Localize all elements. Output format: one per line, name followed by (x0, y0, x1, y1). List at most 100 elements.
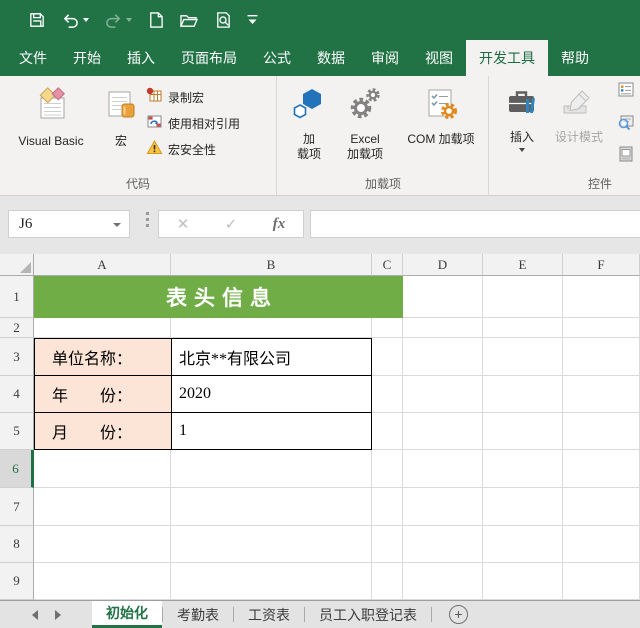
tab-file[interactable]: 文件 (6, 40, 60, 76)
name-box[interactable]: J6 (8, 210, 130, 238)
customize-qat-button[interactable] (243, 12, 262, 28)
sheet-tab-salary[interactable]: 工资表 (234, 601, 304, 628)
visual-basic-button[interactable]: Visual Basic (4, 80, 98, 170)
sheet-tab-onboarding[interactable]: 员工入职登记表 (305, 601, 431, 628)
cell-C4[interactable] (372, 376, 403, 413)
cell-A7[interactable] (34, 488, 171, 526)
row-header-2[interactable]: 2 (0, 318, 34, 338)
cell-A4-label[interactable]: 年 份： (35, 376, 172, 413)
cell-E8[interactable] (483, 526, 563, 563)
record-macro-button[interactable]: 录制宏 (146, 84, 240, 110)
cell-D7[interactable] (403, 488, 483, 526)
row-header-1[interactable]: 1 (0, 276, 34, 318)
name-box-dropdown-caret[interactable] (113, 223, 121, 227)
use-relative-references-button[interactable]: 使用相对引用 (146, 110, 240, 136)
cell-D5[interactable] (403, 413, 483, 450)
column-header-F[interactable]: F (563, 254, 640, 276)
tab-help[interactable]: 帮助 (548, 40, 602, 76)
cell-B5-value[interactable]: 1 (172, 413, 371, 449)
cell-F6[interactable] (563, 450, 640, 488)
insert-dropdown-caret[interactable] (519, 148, 525, 152)
row-header-8[interactable]: 8 (0, 526, 34, 563)
cell-C5[interactable] (372, 413, 403, 450)
tab-view[interactable]: 视图 (412, 40, 466, 76)
com-addins-button[interactable]: COM 加载项 (396, 80, 486, 170)
cell-E5[interactable] (483, 413, 563, 450)
save-button[interactable] (24, 9, 50, 31)
cell-B7[interactable] (171, 488, 372, 526)
cell-A2[interactable] (34, 318, 171, 338)
new-sheet-button[interactable]: + (449, 605, 468, 624)
tab-formulas[interactable]: 公式 (250, 40, 304, 76)
column-header-D[interactable]: D (403, 254, 483, 276)
row-header-4[interactable]: 4 (0, 376, 34, 413)
cell-C7[interactable] (372, 488, 403, 526)
column-header-C[interactable]: C (372, 254, 403, 276)
column-header-A[interactable]: A (34, 254, 171, 276)
previous-sheet-icon[interactable] (32, 609, 38, 620)
row-header-9[interactable]: 9 (0, 563, 34, 600)
sheet-tab-init[interactable]: 初始化 (92, 601, 162, 628)
run-dialog-button[interactable] (617, 145, 639, 166)
row-header-7[interactable]: 7 (0, 488, 34, 526)
merged-title-cell-a1[interactable]: 表头信息 (34, 276, 403, 318)
row-header-5[interactable]: 5 (0, 413, 34, 450)
insert-function-button[interactable]: fx (273, 216, 286, 233)
cell-D6[interactable] (403, 450, 483, 488)
open-button[interactable] (175, 10, 203, 31)
excel-addins-button[interactable]: Excel 加载项 (336, 80, 394, 170)
cell-F2[interactable] (563, 318, 640, 338)
cell-A5-label[interactable]: 月 份： (35, 413, 172, 449)
cell-B9[interactable] (171, 563, 372, 600)
column-header-E[interactable]: E (483, 254, 563, 276)
addins-button[interactable]: 加载项 (286, 80, 332, 170)
cell-D1[interactable] (403, 276, 483, 318)
cell-D9[interactable] (403, 563, 483, 600)
cell-D8[interactable] (403, 526, 483, 563)
macros-button[interactable]: 宏 (100, 80, 142, 170)
cell-A6[interactable] (34, 450, 171, 488)
cell-C6[interactable] (372, 450, 403, 488)
cell-F9[interactable] (563, 563, 640, 600)
undo-button[interactable] (57, 10, 93, 31)
view-code-button[interactable] (617, 113, 639, 134)
row-header-3[interactable]: 3 (0, 338, 34, 376)
cell-E2[interactable] (483, 318, 563, 338)
cell-F4[interactable] (563, 376, 640, 413)
cell-F5[interactable] (563, 413, 640, 450)
cell-E6[interactable] (483, 450, 563, 488)
cell-F1[interactable] (563, 276, 640, 318)
cell-C9[interactable] (372, 563, 403, 600)
cell-C8[interactable] (372, 526, 403, 563)
cell-B3-value[interactable]: 北京**有限公司 (172, 339, 371, 376)
cell-B4-value[interactable]: 2020 (172, 376, 371, 413)
cell-C3[interactable] (372, 338, 403, 376)
print-preview-button[interactable] (210, 9, 236, 31)
cell-E9[interactable] (483, 563, 563, 600)
cell-B2[interactable] (171, 318, 372, 338)
cell-E1[interactable] (483, 276, 563, 318)
sheet-tab-attendance[interactable]: 考勤表 (163, 601, 233, 628)
cell-D2[interactable] (403, 318, 483, 338)
properties-button[interactable] (617, 81, 639, 102)
cell-A8[interactable] (34, 526, 171, 563)
cell-F8[interactable] (563, 526, 640, 563)
cell-D3[interactable] (403, 338, 483, 376)
cell-B8[interactable] (171, 526, 372, 563)
cell-E4[interactable] (483, 376, 563, 413)
tab-data[interactable]: 数据 (304, 40, 358, 76)
insert-control-button[interactable]: 插入 (500, 80, 544, 170)
undo-dropdown-caret[interactable] (83, 18, 89, 22)
cell-A3-label[interactable]: 单位名称： (35, 339, 172, 376)
cell-E7[interactable] (483, 488, 563, 526)
tab-review[interactable]: 审阅 (358, 40, 412, 76)
cell-C2[interactable] (372, 318, 403, 338)
tab-insert[interactable]: 插入 (114, 40, 168, 76)
cell-F7[interactable] (563, 488, 640, 526)
cell-A9[interactable] (34, 563, 171, 600)
tab-home[interactable]: 开始 (60, 40, 114, 76)
cell-F3[interactable] (563, 338, 640, 376)
tab-developer[interactable]: 开发工具 (466, 40, 548, 76)
cell-B6[interactable] (171, 450, 372, 488)
select-all-corner[interactable] (0, 254, 34, 276)
